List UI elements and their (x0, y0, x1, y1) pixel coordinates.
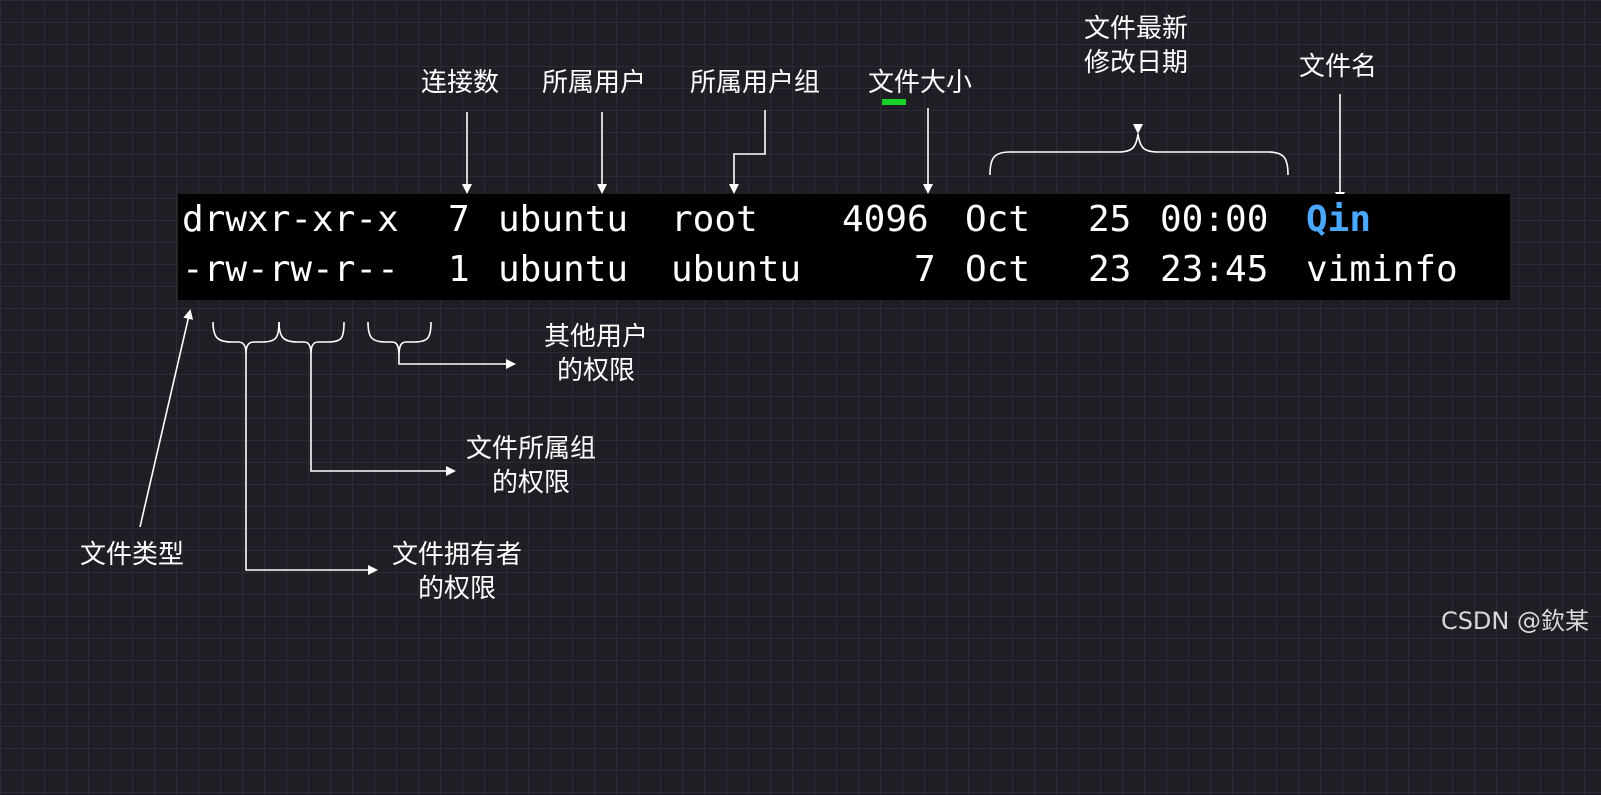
terminal-output: drwxr-xr-x 7 ubuntu root 4096 Oct 25 00:… (178, 194, 1510, 300)
mtime-brace (989, 133, 1289, 176)
time: 00:00 (1160, 199, 1269, 240)
day: 23 (1088, 249, 1132, 290)
group: ubuntu (671, 249, 802, 290)
mtime-label-line1: 文件最新 (1084, 14, 1189, 44)
group-perm-brace (278, 321, 345, 355)
watermark: CSDN @欽某 (1440, 607, 1589, 635)
file-type-label: 文件类型 (80, 540, 185, 570)
month: Oct (965, 199, 1031, 240)
file-name: viminfo (1306, 249, 1458, 290)
others-perm-label: 其他用户 的权限 (544, 320, 648, 388)
group: root (671, 199, 758, 240)
ls-row-1: drwxr-xr-x 7 ubuntu root 4096 Oct 25 00:… (178, 195, 1371, 245)
group-perm-label-line2: 的权限 (492, 468, 571, 498)
owner-perm-label-line2: 的权限 (418, 574, 497, 604)
day: 25 (1088, 199, 1132, 240)
owner-perm-label: 文件拥有者 的权限 (392, 538, 522, 606)
others-perm-label-line1: 其他用户 (544, 322, 649, 352)
group-perm-label: 文件所属组 的权限 (466, 432, 596, 500)
month: Oct (965, 249, 1031, 290)
file-size: 7 (914, 249, 936, 290)
filename-label: 文件名 (1299, 52, 1378, 82)
owner: ubuntu (498, 249, 629, 290)
size-label: 文件大小 (868, 68, 973, 98)
time: 23:45 (1160, 249, 1269, 290)
others-perm-label-line2: 的权限 (557, 356, 636, 386)
link-count: 7 (448, 199, 470, 240)
group-label: 所属用户组 (690, 68, 821, 98)
ls-row-2: -rw-rw-r-- 1 ubuntu ubuntu 7 Oct 23 23:4… (178, 245, 1458, 295)
owner-perm-label-line1: 文件拥有者 (392, 540, 523, 570)
permissions: -rw-rw-r-- (182, 249, 399, 290)
link-count: 1 (448, 249, 470, 290)
owner-label: 所属用户 (542, 68, 647, 98)
file-size: 4096 (842, 199, 929, 240)
group-perm-arrow (310, 354, 456, 476)
links-label: 连接数 (421, 68, 500, 98)
mtime-label-line2: 修改日期 (1084, 48, 1189, 78)
file-name: Qin (1306, 199, 1372, 240)
permissions: drwxr-xr-x (182, 199, 399, 240)
others-perm-brace (367, 321, 432, 357)
others-perm-arrow (398, 356, 516, 369)
owner: ubuntu (498, 199, 629, 240)
mtime-label: 文件最新 修改日期 (1084, 12, 1188, 80)
group-perm-label-line1: 文件所属组 (466, 434, 597, 464)
group-arrow (729, 110, 766, 194)
